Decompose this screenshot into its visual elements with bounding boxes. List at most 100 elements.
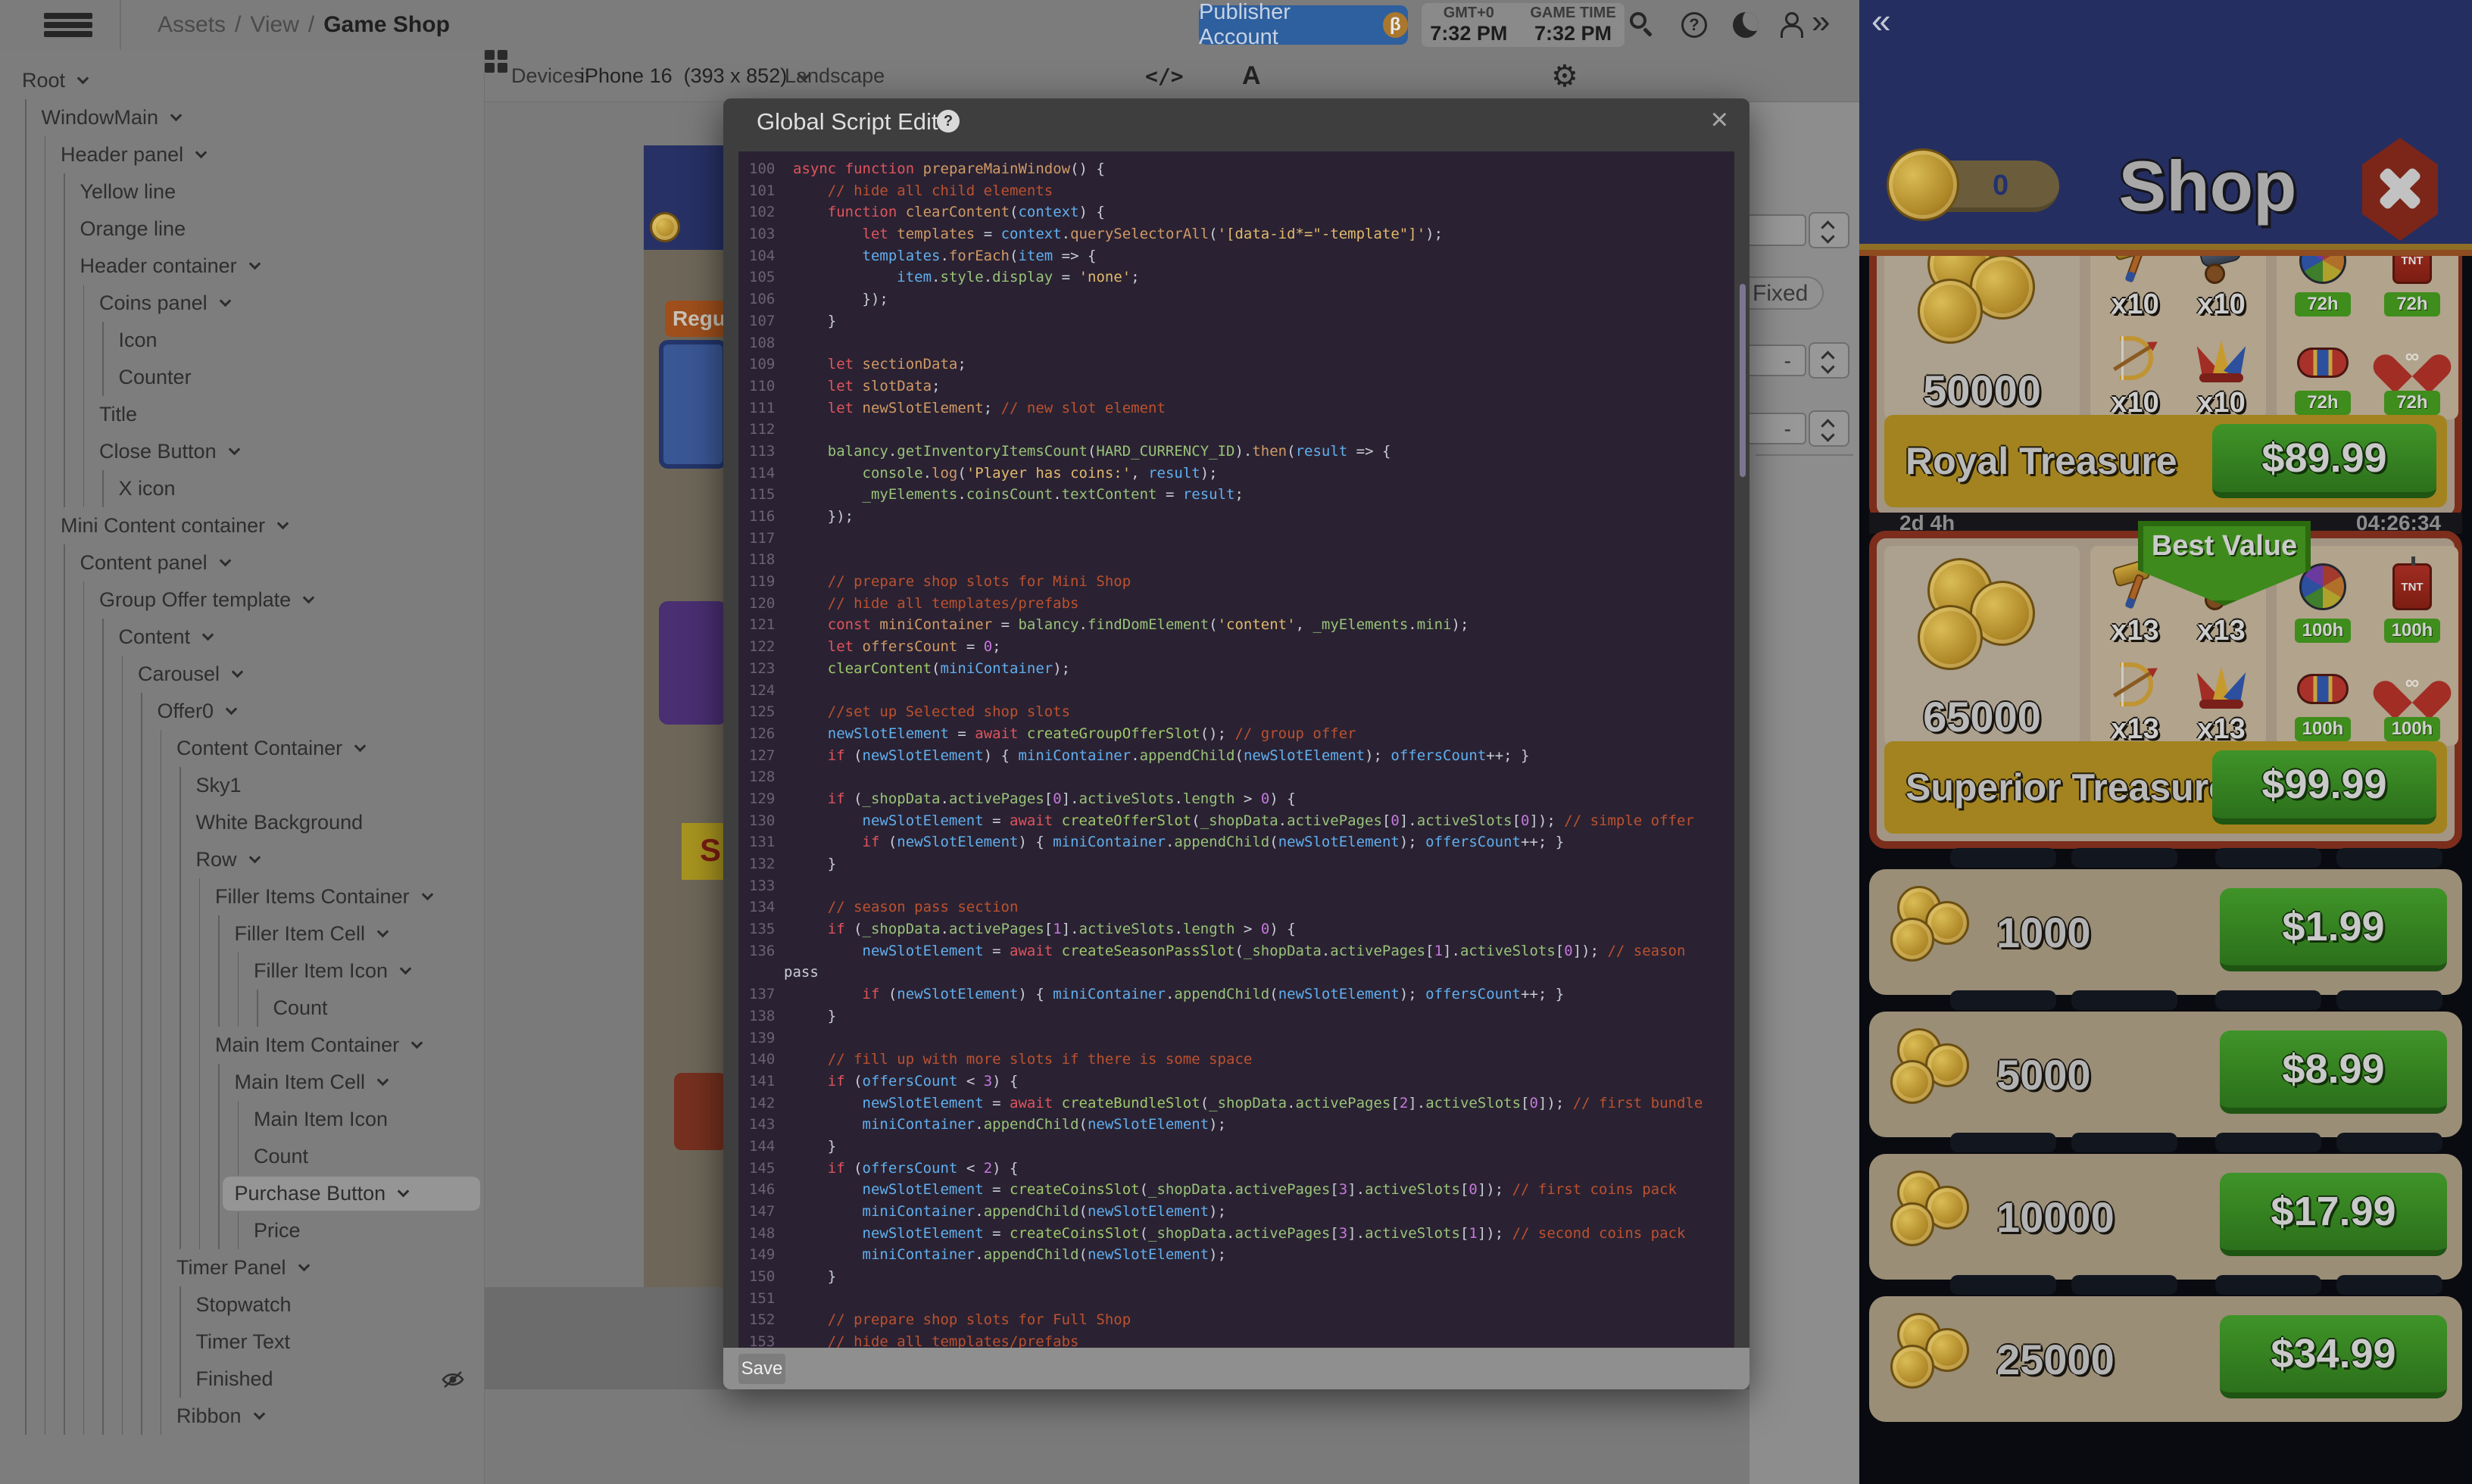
number-stepper[interactable] xyxy=(1809,410,1849,447)
save-button[interactable]: Save xyxy=(738,1354,785,1384)
more-icon[interactable]: » xyxy=(1812,3,1830,41)
tree-item-label: Orange line xyxy=(80,217,186,241)
code-editor[interactable]: 100async function prepareMainWindow() {1… xyxy=(738,151,1734,1348)
tree-item-orange-line[interactable]: Orange line xyxy=(0,210,485,248)
offer-card[interactable]: 50000x10x10x10x1072hTNT72h72h∞72hRoyal T… xyxy=(1869,256,2462,522)
chevron-down-icon[interactable] xyxy=(77,73,89,85)
tree-item-row[interactable]: Row xyxy=(0,841,485,878)
tree-item-filler-item-cell[interactable]: Filler Item Cell xyxy=(0,915,485,952)
tree-item-content-panel[interactable]: Content panel xyxy=(0,544,485,581)
chevron-down-icon[interactable] xyxy=(219,555,231,567)
tree-item-white-background[interactable]: White Background xyxy=(0,804,485,841)
help-icon[interactable]: ? xyxy=(937,110,960,132)
offer-price-button[interactable]: $89.99 xyxy=(2212,424,2436,498)
search-icon[interactable] xyxy=(1630,12,1656,38)
coin-pack-card[interactable]: 1000$1.99 xyxy=(1869,869,2462,995)
tree-item-coins-panel[interactable]: Coins panel xyxy=(0,285,485,322)
chevron-down-icon[interactable] xyxy=(400,963,412,975)
number-stepper[interactable] xyxy=(1809,212,1849,248)
tree-item-finished[interactable]: Finished xyxy=(0,1361,485,1398)
pack-amount: 10000 xyxy=(1996,1154,2115,1280)
tree-item-mini-content-container[interactable]: Mini Content container xyxy=(0,507,485,544)
coin-pack-card[interactable]: 10000 $17.99 xyxy=(1869,1154,2462,1280)
chevron-down-icon[interactable] xyxy=(232,666,244,678)
text-tool-icon[interactable]: A xyxy=(1242,50,1261,102)
tree-item-group-offer-template[interactable]: Group Offer template xyxy=(0,581,485,619)
tree-item-purchase-button[interactable]: Purchase Button xyxy=(0,1175,485,1212)
tree-item-ribbon[interactable]: Ribbon xyxy=(0,1398,485,1435)
breadcrumb-assets[interactable]: Assets xyxy=(158,12,226,38)
tree-item-close-button[interactable]: Close Button xyxy=(0,433,485,470)
tree-item-filler-item-icon[interactable]: Filler Item Icon xyxy=(0,952,485,990)
tree-item-root[interactable]: Root xyxy=(0,62,485,99)
publisher-account-button[interactable]: Publisher Account β xyxy=(1199,5,1408,45)
menu-icon[interactable] xyxy=(44,13,92,37)
tree-item-main-item-icon[interactable]: Main Item Icon xyxy=(0,1101,485,1138)
scrollbar[interactable] xyxy=(1740,284,1746,477)
item-quantity: x10 xyxy=(2093,288,2177,321)
tree-item-content-container[interactable]: Content Container xyxy=(0,730,485,767)
chevron-down-icon[interactable] xyxy=(195,147,208,159)
tree-item-carousel[interactable]: Carousel xyxy=(0,656,485,693)
tree-item-count[interactable]: Count xyxy=(0,1138,485,1175)
chevron-down-icon[interactable] xyxy=(277,518,289,530)
code-icon[interactable]: </> xyxy=(1145,50,1184,102)
tree-item-icon[interactable]: Icon xyxy=(0,322,485,359)
device-select[interactable]: iPhone 16 (393 x 852) xyxy=(580,50,807,102)
line-number: 151 xyxy=(738,1290,793,1312)
number-stepper[interactable] xyxy=(1809,342,1849,379)
tree-item-title[interactable]: Title xyxy=(0,396,485,433)
help-icon[interactable]: ? xyxy=(1681,12,1707,38)
chevron-down-icon[interactable] xyxy=(248,852,261,864)
tree-item-count[interactable]: Count xyxy=(0,990,485,1027)
chevron-down-icon[interactable] xyxy=(226,703,238,716)
chevron-down-icon[interactable] xyxy=(170,110,183,122)
tree-item-label: X icon xyxy=(119,477,176,500)
tree-item-windowmain[interactable]: WindowMain xyxy=(0,99,485,136)
chevron-down-icon[interactable] xyxy=(219,295,231,307)
tree-item-counter[interactable]: Counter xyxy=(0,359,485,396)
chevron-down-icon[interactable] xyxy=(398,1186,410,1198)
coin-pack-card[interactable]: 25000$34.99 xyxy=(1869,1296,2462,1422)
tree-item-yellow-line[interactable]: Yellow line xyxy=(0,173,485,210)
coin-pack-card[interactable]: 5000$8.99 xyxy=(1869,1012,2462,1137)
pack-price-button[interactable]: $1.99 xyxy=(2220,888,2447,971)
chevron-down-icon[interactable] xyxy=(248,258,261,270)
tree-item-filler-items-container[interactable]: Filler Items Container xyxy=(0,878,485,915)
chevron-down-icon[interactable] xyxy=(298,1260,310,1272)
breadcrumb-view[interactable]: View xyxy=(250,12,298,38)
collapse-panel-icon[interactable]: « xyxy=(1871,0,1891,41)
line-number: 105 xyxy=(738,269,793,291)
pack-price-button[interactable]: $8.99 xyxy=(2220,1030,2447,1114)
user-icon[interactable] xyxy=(1778,12,1804,38)
chevron-down-icon[interactable] xyxy=(202,629,214,641)
tree-item-header-panel[interactable]: Header panel xyxy=(0,136,485,173)
gear-icon[interactable]: ⚙ xyxy=(1551,50,1578,102)
chevron-down-icon[interactable] xyxy=(421,889,433,901)
tree-item-content[interactable]: Content xyxy=(0,619,485,656)
tree-item-price[interactable]: Price xyxy=(0,1212,485,1249)
chevron-down-icon[interactable] xyxy=(354,740,367,753)
tree-item-main-item-container[interactable]: Main Item Container xyxy=(0,1027,485,1064)
chevron-down-icon[interactable] xyxy=(411,1037,423,1049)
tree-item-offer0[interactable]: Offer0 xyxy=(0,693,485,730)
tree-item-timer-text[interactable]: Timer Text xyxy=(0,1323,485,1361)
tree-item-x-icon[interactable]: X icon xyxy=(0,470,485,507)
tree-item-sky1[interactable]: Sky1 xyxy=(0,767,485,804)
pack-price-button[interactable]: $34.99 xyxy=(2220,1315,2447,1398)
chevron-down-icon[interactable] xyxy=(228,444,240,456)
close-icon[interactable]: × xyxy=(1711,103,1728,137)
tree-item-timer-panel[interactable]: Timer Panel xyxy=(0,1249,485,1286)
tree-item-stopwatch[interactable]: Stopwatch xyxy=(0,1286,485,1323)
visibility-off-icon[interactable] xyxy=(441,1370,465,1395)
chevron-down-icon[interactable] xyxy=(303,592,315,604)
chevron-down-icon[interactable] xyxy=(377,1074,389,1086)
tree-item-main-item-cell[interactable]: Main Item Cell xyxy=(0,1064,485,1101)
chevron-down-icon[interactable] xyxy=(253,1408,265,1420)
divider xyxy=(1859,244,2472,250)
chevron-down-icon[interactable] xyxy=(377,926,389,938)
dark-mode-icon[interactable] xyxy=(1733,12,1759,38)
pack-price-button[interactable]: $17.99 xyxy=(2220,1173,2447,1256)
offer-price-button[interactable]: $99.99 xyxy=(2212,750,2436,825)
tree-item-header-container[interactable]: Header container xyxy=(0,248,485,285)
